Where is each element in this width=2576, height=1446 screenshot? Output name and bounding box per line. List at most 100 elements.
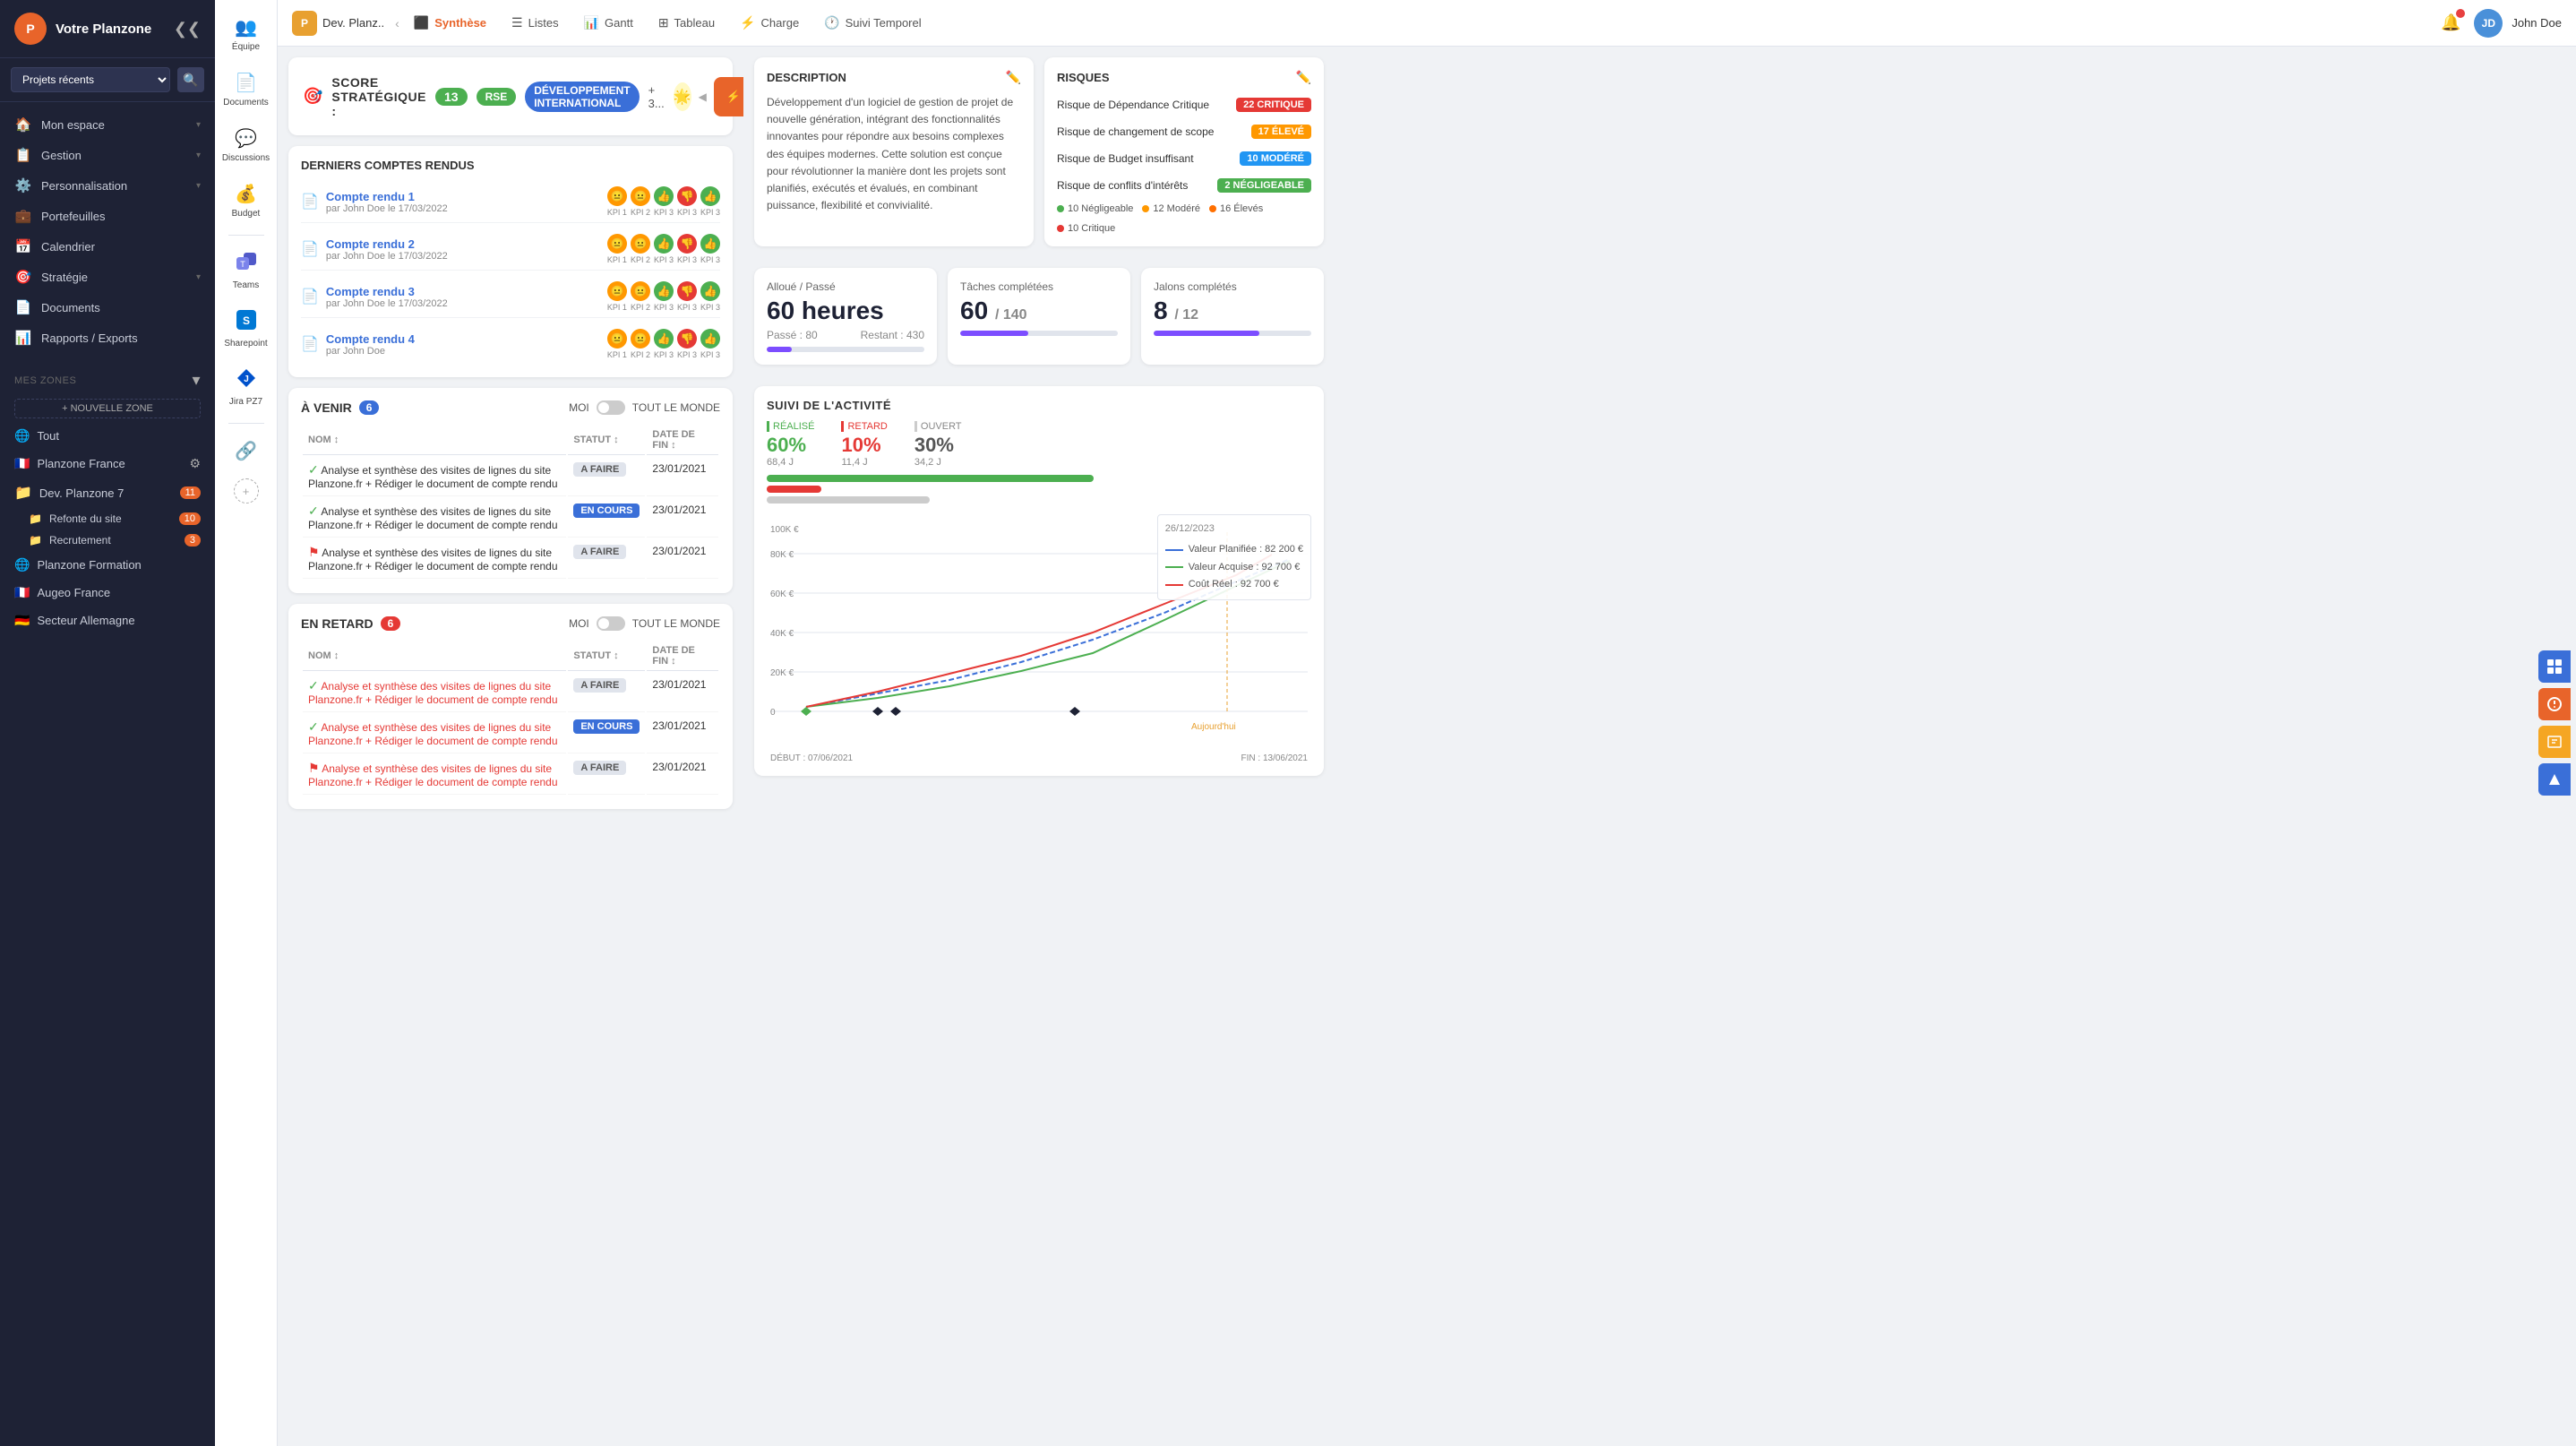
taches-value: 60 / 140 (960, 297, 1118, 325)
ouvert-pct: 30% (914, 434, 962, 457)
sidebar-icon-jira[interactable]: J Jira PZ7 (220, 361, 272, 414)
description-title: DESCRIPTION ✏️ (767, 70, 1021, 85)
sidebar-icon-discussions[interactable]: 💬 Discussions (220, 120, 272, 170)
tab-synthese[interactable]: ⬛ Synthèse (403, 10, 497, 36)
collapse-icon[interactable]: ❮❮ (174, 20, 201, 39)
sidebar-icon-documents[interactable]: 📄 Documents (220, 65, 272, 115)
tab-suivi[interactable]: 🕐 Suivi Temporel (813, 10, 932, 36)
sidebar-item-personnalisation[interactable]: ⚙️ Personnalisation ▾ (0, 170, 215, 201)
desc-risques-row: DESCRIPTION ✏️ Développement d'un logici… (754, 57, 1324, 246)
tab-tableau[interactable]: ⊞ Tableau (648, 10, 726, 36)
sidebar-icon-sharepoint[interactable]: S Sharepoint (220, 303, 272, 356)
score-tag-dev[interactable]: DÉVELOPPEMENT INTERNATIONAL (525, 82, 639, 112)
float-btn-1[interactable] (2538, 650, 2571, 683)
compte-name[interactable]: Compte rendu 1 (326, 190, 600, 203)
topnav-right: 🔔 JD John Doe (2436, 9, 2562, 38)
sidebar-icon-budget[interactable]: 💰 Budget (220, 176, 272, 226)
status-badge: A FAIRE (573, 462, 626, 477)
float-btn-3[interactable] (2538, 726, 2571, 758)
edit-icon[interactable]: ✏️ (1296, 70, 1311, 85)
main-area: P Dev. Planz.. ‹ ⬛ Synthèse ☰ Listes 📊 G… (278, 0, 2576, 1446)
folder-icon: 📁 (29, 534, 42, 547)
add-zone-icon[interactable]: ▾ (192, 371, 201, 390)
legend-label: 10 Négligeable (1068, 203, 1133, 214)
zone-refonte[interactable]: 📁 Refonte du site 10 (0, 508, 215, 529)
compte-name[interactable]: Compte rendu 3 (326, 285, 600, 298)
flash-report-button[interactable]: ⚡ Flash report (714, 77, 743, 116)
project-search-select[interactable]: Projets récents (11, 67, 170, 92)
avatar: JD (2474, 9, 2503, 38)
zone-augeo[interactable]: 🇫🇷 Augeo France (0, 579, 215, 607)
add-integration-button[interactable]: + (234, 478, 259, 504)
date-cell: 23/01/2021 (647, 673, 718, 712)
zone-planzone-formation[interactable]: 🌐 Planzone Formation (0, 551, 215, 579)
score-more[interactable]: + 3... (648, 83, 665, 110)
compte-item: 📄 Compte rendu 3 par John Doe le 17/03/2… (301, 276, 720, 318)
nav-back-button[interactable]: ‹ (395, 16, 399, 30)
sidebar-item-strategie[interactable]: 🎯 Stratégie ▾ (0, 262, 215, 292)
tab-gantt[interactable]: 📊 Gantt (573, 10, 644, 36)
legend-color-blue (1165, 549, 1183, 551)
sidebar-icon-link[interactable]: 🔗 (220, 433, 272, 469)
en-retard-title: EN RETARD (301, 616, 374, 631)
zone-recrutement[interactable]: 📁 Recrutement 3 (0, 529, 215, 551)
legend-label-planifiee: Valeur Planifiée : 82 200 € (1189, 541, 1303, 559)
float-btn-2[interactable] (2538, 688, 2571, 720)
a-venir-toggle: MOI TOUT LE MONDE (569, 400, 720, 415)
zone-badge: 11 (180, 486, 201, 499)
alloc-bar (767, 347, 924, 352)
score-tag-rse[interactable]: RSE (477, 88, 517, 106)
new-zone-button[interactable]: + NOUVELLE ZONE (14, 399, 201, 418)
zone-planzone-france[interactable]: 🇫🇷 Planzone France ⚙ (0, 450, 215, 478)
right-panel: DESCRIPTION ✏️ Développement d'un logici… (743, 47, 1335, 1446)
tab-label: Suivi Temporel (846, 16, 922, 30)
risk-badge: 10 MODÉRÉ (1240, 151, 1311, 166)
tab-charge[interactable]: ⚡ Charge (729, 10, 810, 36)
tout-label: TOUT LE MONDE (632, 617, 720, 630)
edit-icon[interactable]: ✏️ (1006, 70, 1021, 85)
toggle-switch[interactable] (597, 616, 625, 631)
risk-legend: 10 Négligeable 12 Modéré 16 Élevés (1057, 203, 1311, 234)
sidebar-item-portefeuilles[interactable]: 💼 Portefeuilles (0, 201, 215, 231)
tab-listes[interactable]: ☰ Listes (501, 10, 570, 36)
col-statut: STATUT ↕ (568, 641, 645, 671)
retard-sub: 11,4 J (841, 457, 887, 468)
tab-label: Listes (528, 16, 559, 30)
sharepoint-label: Sharepoint (224, 339, 267, 349)
task-cell: ✓ Analyse et synthèse des visites de lig… (303, 498, 566, 538)
charge-tab-icon: ⚡ (740, 15, 755, 30)
sidebar-item-gestion[interactable]: 📋 Gestion ▾ (0, 140, 215, 170)
compte-name[interactable]: Compte rendu 4 (326, 332, 600, 346)
sidebar-item-mon-espace[interactable]: 🏠 Mon espace ▾ (0, 109, 215, 140)
en-retard-count: 6 (381, 616, 401, 631)
zone-label: Augeo France (37, 586, 201, 599)
arrow-left-icon[interactable]: ◀ (699, 90, 707, 103)
zone-tout[interactable]: 🌐 Tout (0, 422, 215, 450)
compte-meta: par John Doe (326, 346, 600, 357)
sidebar-item-documents[interactable]: 📄 Documents (0, 292, 215, 323)
flag-icon: ⚑ (308, 761, 320, 775)
status-badge: A FAIRE (573, 545, 626, 559)
project-icon: P (292, 11, 317, 36)
taches-bar (960, 331, 1118, 336)
doc-icon: 📄 (301, 335, 319, 353)
realise-bar (767, 475, 1094, 482)
float-btn-4[interactable] (2538, 763, 2571, 796)
toggle-switch[interactable] (597, 400, 625, 415)
notification-button[interactable]: 🔔 (2436, 9, 2465, 38)
zone-secteur-allemagne[interactable]: 🇩🇪 Secteur Allemagne (0, 607, 215, 634)
settings-icon[interactable]: ⚙ (189, 456, 201, 471)
compte-name[interactable]: Compte rendu 2 (326, 237, 600, 251)
sidebar-item-rapports[interactable]: 📊 Rapports / Exports (0, 323, 215, 353)
sidebar-item-calendrier[interactable]: 📅 Calendrier (0, 231, 215, 262)
fin-label: FIN : 13/06/2021 (1241, 753, 1309, 763)
sidebar-icon-teams[interactable]: T Teams (220, 245, 272, 297)
sidebar-icon-equipe[interactable]: 👥 Équipe (220, 9, 272, 59)
sidebar-item-label: Portefeuilles (41, 210, 106, 223)
zone-dev-planzone[interactable]: 📁 Dev. Planzone 7 11 (0, 478, 215, 508)
taches-card: Tâches complétées 60 / 140 (948, 268, 1130, 365)
sun-button[interactable]: 🌟 (674, 82, 691, 111)
search-button[interactable]: 🔍 (177, 67, 204, 92)
legend-item: 10 Négligeable (1057, 203, 1133, 214)
flag-icon: ⚑ (308, 545, 320, 559)
